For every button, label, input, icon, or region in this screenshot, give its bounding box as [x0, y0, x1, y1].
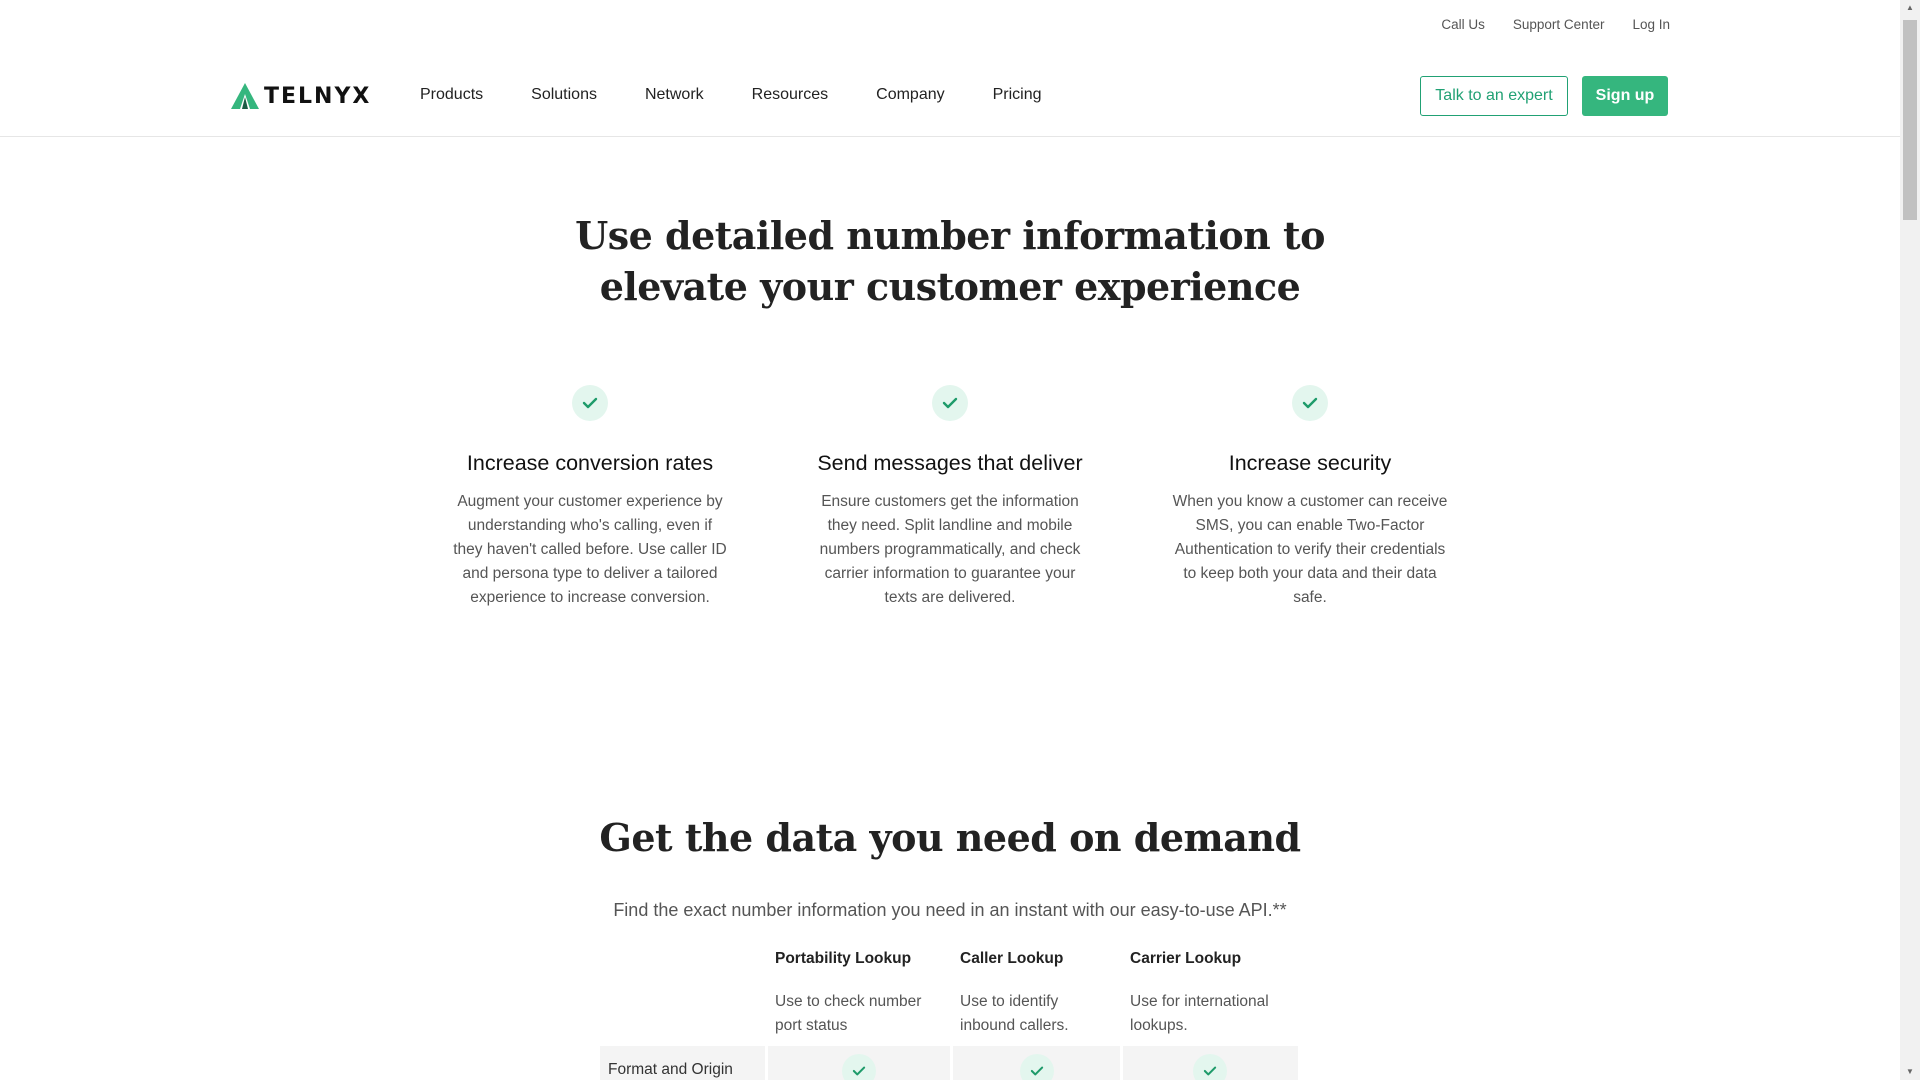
feature-card: Increase security When you know a custom…: [1160, 385, 1460, 610]
feature-card: Increase conversion rates Augment your c…: [440, 385, 740, 610]
section-subtitle: Find the exact number information you ne…: [613, 900, 1287, 920]
feature-description: When you know a customer can receive SMS…: [1172, 493, 1448, 606]
column-header: Caller Lookup: [960, 950, 1064, 967]
scroll-up-arrow-icon[interactable]: ▲: [1900, 0, 1920, 16]
feature-title: Send messages that deliver: [817, 451, 1083, 475]
feature-card: Send messages that deliver Ensure custom…: [800, 385, 1100, 610]
support-center-link[interactable]: Support Center: [1513, 17, 1605, 32]
check-icon: [1292, 385, 1328, 421]
scrollbar-thumb[interactable]: [1903, 20, 1917, 220]
nav-item-pricing[interactable]: Pricing: [993, 86, 1042, 104]
hero-title-line2: elevate your customer experience: [599, 264, 1301, 309]
feature-title: Increase conversion rates: [466, 451, 714, 475]
check-icon: [842, 1054, 876, 1080]
check-icon: [1193, 1054, 1227, 1080]
feature-description: Ensure customers get the information the…: [819, 493, 1081, 606]
nav-links: Products Solutions Network Resources Com…: [420, 86, 1042, 104]
nav-item-products[interactable]: Products: [420, 86, 483, 104]
main-navbar: TELNYX Products Solutions Network Resour…: [0, 60, 1900, 137]
feature-title: Increase security: [1228, 451, 1392, 475]
table-cell: [953, 1046, 1120, 1080]
check-icon: [1020, 1054, 1054, 1080]
log-in-link[interactable]: Log In: [1632, 17, 1670, 32]
table-cell: [1123, 1046, 1298, 1080]
hero-title-line1: Use detailed number information to: [575, 213, 1325, 258]
nav-item-solutions[interactable]: Solutions: [531, 86, 597, 104]
hero-title: Use detailed number information to eleva…: [0, 210, 1900, 312]
row-label-cell: Format and Origin: [600, 1046, 765, 1080]
check-icon: [572, 385, 608, 421]
telnyx-logo-icon: [231, 83, 259, 109]
table-row: Format and Origin: [600, 1046, 1298, 1080]
column-description: Use for international lookups.: [1130, 993, 1269, 1034]
nav-item-resources[interactable]: Resources: [752, 86, 828, 104]
call-us-link[interactable]: Call Us: [1441, 17, 1485, 32]
section-title: Get the data you need on demand: [599, 815, 1301, 860]
column-description: Use to check number port status: [775, 993, 922, 1034]
logo-text: TELNYX: [264, 83, 372, 109]
table-cell: [768, 1046, 950, 1080]
row-label: Format and Origin: [608, 1061, 733, 1078]
telnyx-logo[interactable]: TELNYX: [230, 82, 371, 110]
utility-bar: Call Us Support Center Log In: [1441, 17, 1670, 32]
scroll-down-arrow-icon[interactable]: ▼: [1900, 1064, 1920, 1080]
check-icon: [932, 385, 968, 421]
sign-up-button[interactable]: Sign up: [1582, 76, 1668, 116]
nav-item-company[interactable]: Company: [876, 86, 944, 104]
talk-to-expert-button[interactable]: Talk to an expert: [1420, 76, 1568, 116]
feature-description: Augment your customer experience by unde…: [453, 493, 727, 606]
page-scrollbar[interactable]: ▲ ▼: [1900, 0, 1920, 1080]
column-header: Carrier Lookup: [1130, 950, 1242, 967]
column-description: Use to identify inbound callers.: [960, 993, 1069, 1034]
column-header: Portability Lookup: [775, 950, 912, 967]
nav-item-network[interactable]: Network: [645, 86, 704, 104]
